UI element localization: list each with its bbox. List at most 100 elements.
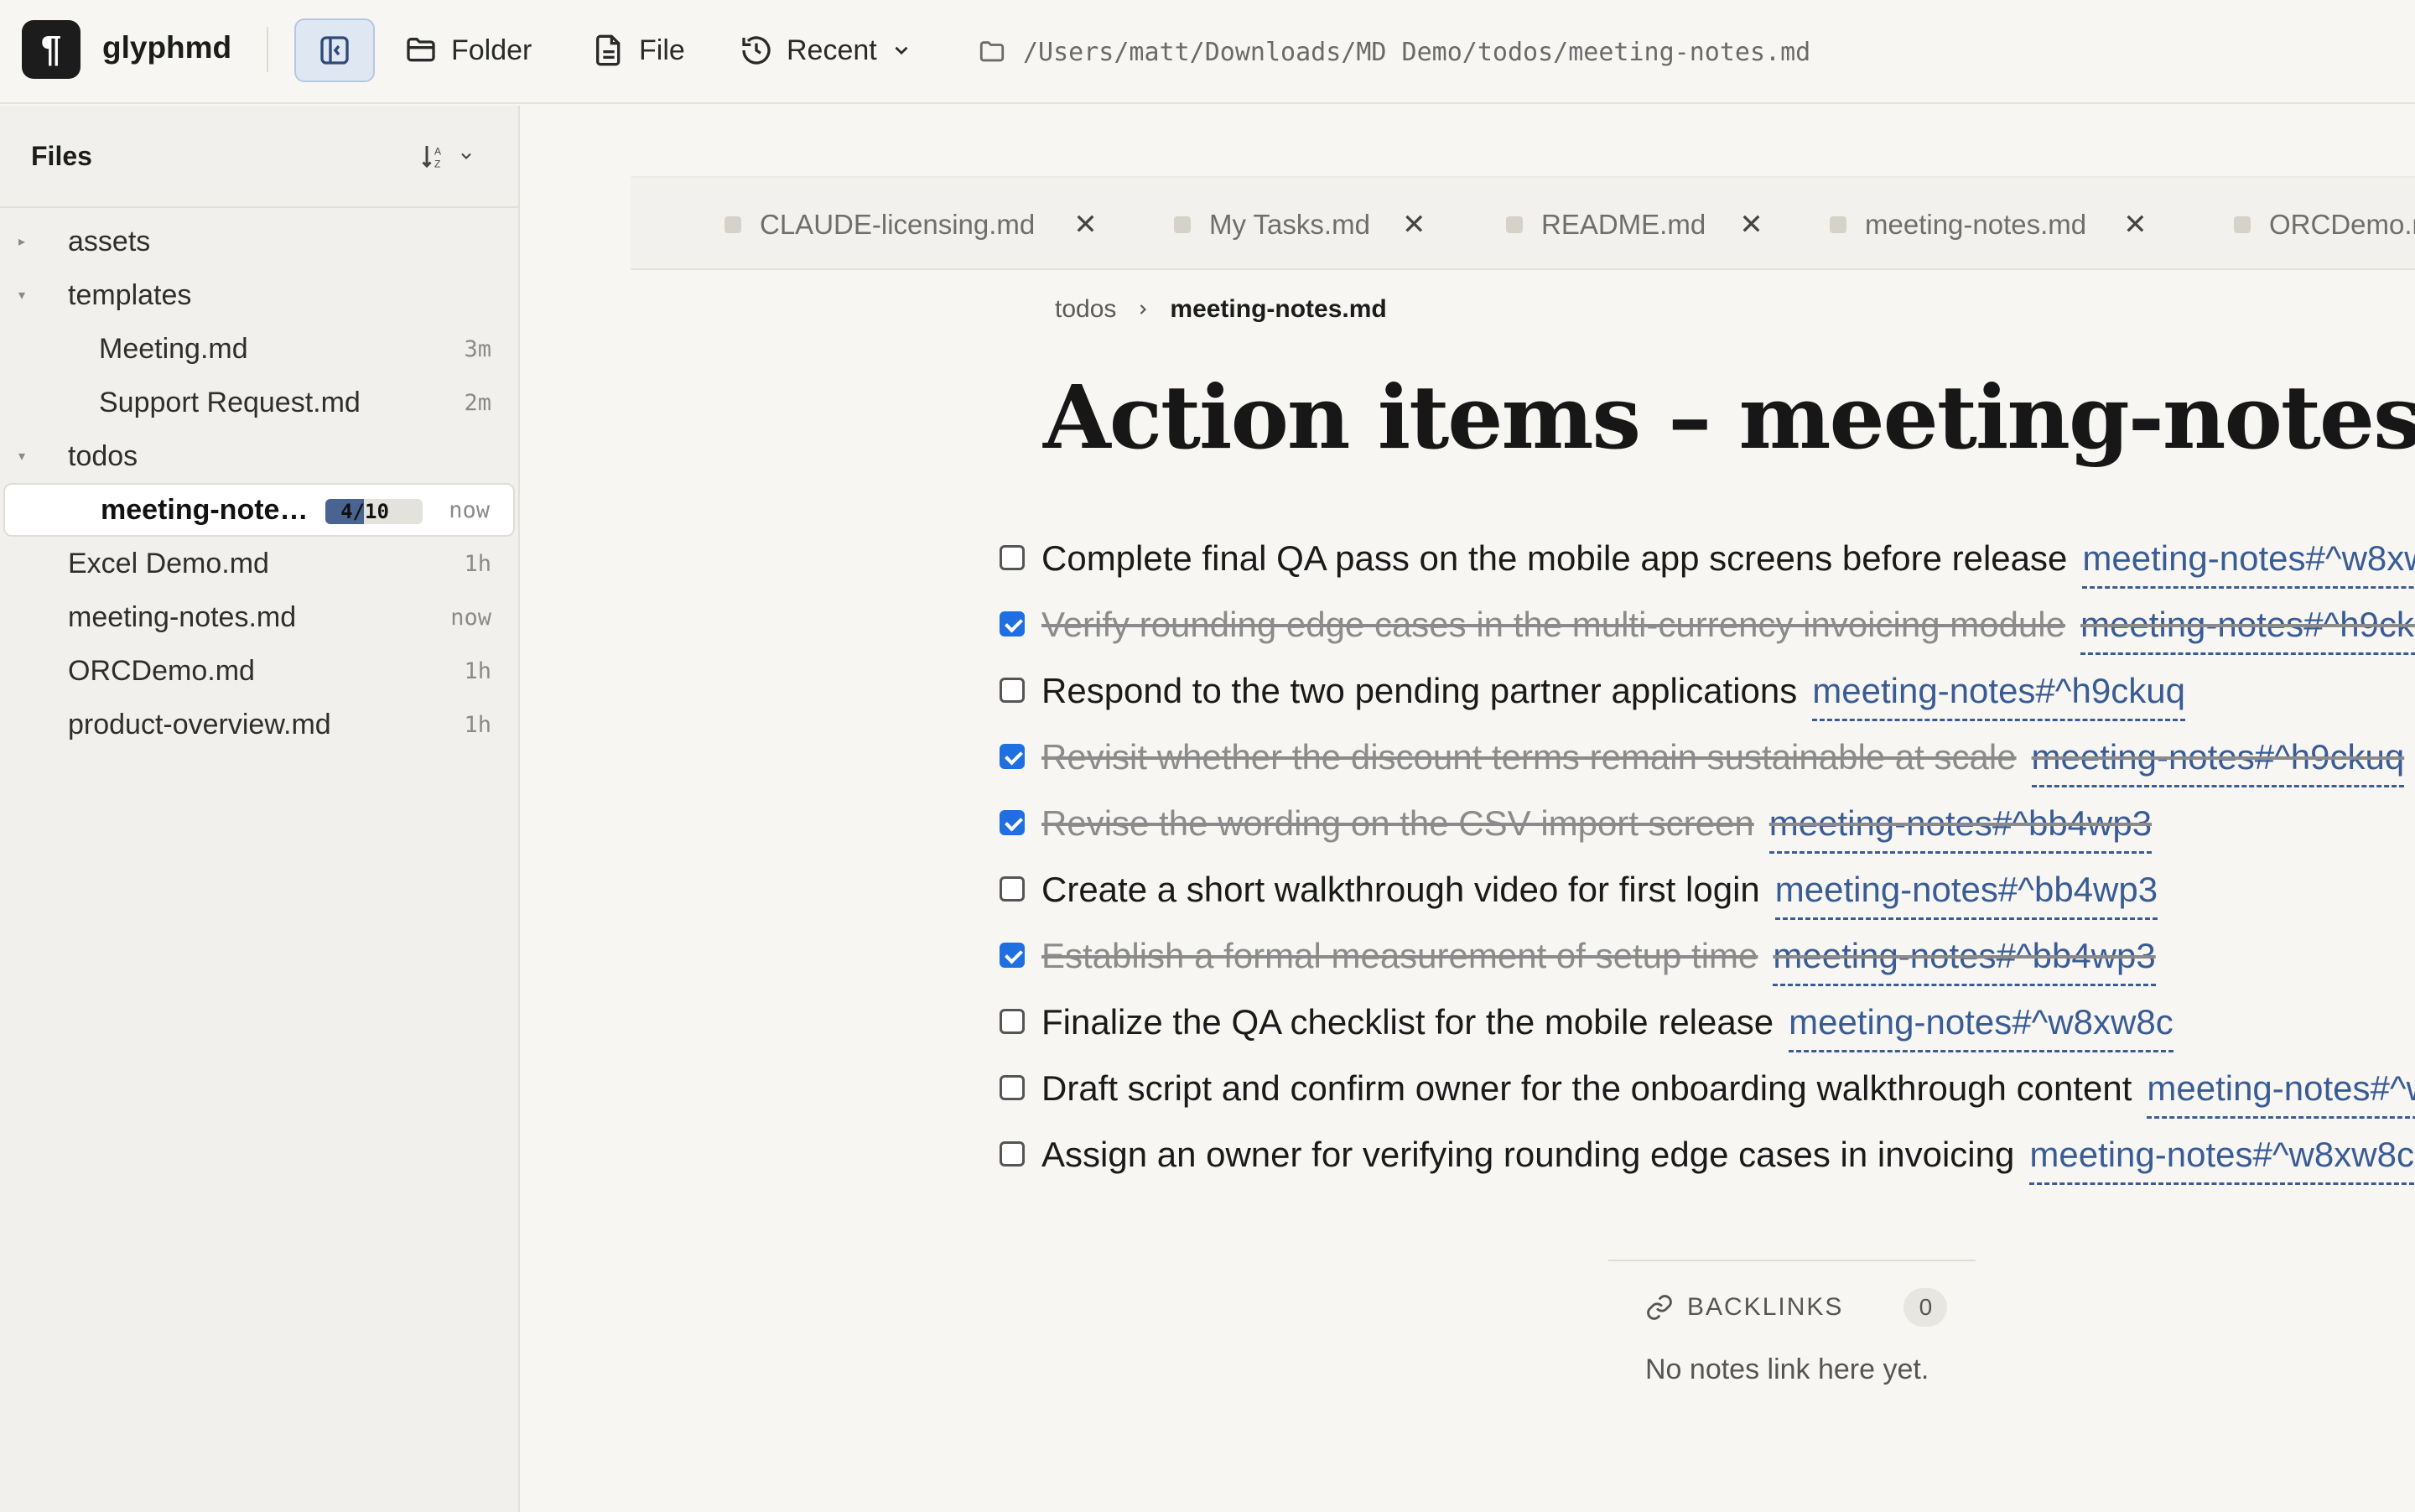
task-block-link[interactable]: meeting-notes#^h9ckuq: [2080, 604, 2415, 655]
file-meeting-notes-active[interactable]: meeting-note… 4/10 now: [3, 483, 515, 537]
task-label: Revise the wording on the CSV import scr…: [1041, 803, 1754, 843]
app-name: glyphmd: [102, 30, 232, 65]
task-progress-badge: 4/10: [325, 499, 423, 524]
task-block-link[interactable]: meeting-notes#^bb4wp3: [1768, 803, 2153, 854]
task-block-link[interactable]: meeting-notes#^w8xw8c: [2082, 538, 2415, 589]
folder-assets[interactable]: ▸ assets: [0, 215, 518, 268]
task-block-link[interactable]: meeting-notes#^w8xw8c: [1789, 1001, 2174, 1052]
recent-dropdown[interactable]: Recent: [740, 29, 912, 72]
task-text: Establish a formal measurement of setup …: [1041, 935, 2156, 986]
task-block-link[interactable]: meeting-notes#^h9ckuq: [2031, 736, 2405, 787]
task-text: Revisit whether the discount terms remai…: [1041, 736, 2405, 787]
task-checkbox[interactable]: [1000, 876, 1025, 901]
history-icon: [742, 36, 771, 65]
file-dot-icon: [2234, 216, 2251, 233]
tab-meeting-notes[interactable]: meeting-notes.md ✕: [1830, 178, 2148, 268]
folder-outline-icon: [979, 41, 1005, 62]
task-item: Revise the wording on the CSV import scr…: [1000, 790, 2415, 856]
file-dot-icon: [1174, 216, 1191, 233]
task-label: Finalize the QA checklist for the mobile…: [1041, 1001, 1774, 1042]
tab-my-tasks[interactable]: My Tasks.md ✕: [1174, 178, 1426, 268]
file-excel-demo[interactable]: Excel Demo.md 1h: [0, 537, 518, 590]
task-label: Verify rounding edge cases in the multi-…: [1041, 604, 2065, 644]
task-text: Verify rounding edge cases in the multi-…: [1041, 604, 2415, 655]
file-orcdemo[interactable]: ORCDemo.md 1h: [0, 644, 518, 698]
file-modified-time: 1h: [464, 657, 491, 684]
sidebar-toggle-icon: [320, 36, 349, 65]
open-file-button[interactable]: File: [592, 29, 685, 72]
tab-readme[interactable]: README.md ✕: [1506, 178, 1763, 268]
task-checkbox[interactable]: [1000, 545, 1025, 570]
task-checkbox[interactable]: [1000, 678, 1025, 703]
close-icon[interactable]: ✕: [1402, 208, 1426, 242]
task-item: Draft script and confirm owner for the o…: [1000, 1055, 2415, 1121]
folder-label: todos: [68, 439, 138, 472]
task-checkbox-checked[interactable]: [1000, 744, 1025, 769]
task-checkbox[interactable]: [1000, 1009, 1025, 1034]
task-label: Create a short walkthrough video for fir…: [1041, 869, 1760, 909]
file-support-request[interactable]: Support Request.md 2m: [0, 376, 518, 429]
file-tree: ▸ assets ▾ templates Meeting.md 3m Suppo…: [0, 208, 518, 751]
task-text: Finalize the QA checklist for the mobile…: [1041, 1001, 2174, 1052]
backlinks-count: 0: [1903, 1288, 1948, 1327]
link-icon: [1647, 1295, 1672, 1320]
task-block-link[interactable]: meeting-notes#^bb4wp3: [1773, 935, 2156, 986]
caret-right-icon: ▸: [18, 235, 26, 249]
breadcrumb-parent[interactable]: todos: [1055, 295, 1116, 324]
sidebar-toggle-button[interactable]: [294, 18, 375, 82]
file-sidebar: Files AZ ▸ assets ▾ templates Meeting.md…: [0, 106, 520, 1512]
task-block-link[interactable]: meeting-notes#^w8xw8c: [2029, 1134, 2414, 1185]
close-icon[interactable]: ✕: [2123, 208, 2148, 242]
sort-icon: AZ: [422, 146, 441, 170]
task-checkbox-checked[interactable]: [1000, 943, 1025, 968]
file-label: Support Request.md: [99, 386, 361, 418]
open-folder-button[interactable]: Folder: [404, 29, 532, 72]
task-checkbox[interactable]: [1000, 1075, 1025, 1100]
folder-todos[interactable]: ▾ todos: [0, 429, 518, 483]
top-toolbar: ¶ glyphmd Folder File Recent /Users/matt…: [0, 0, 2415, 104]
file-label: File: [639, 34, 685, 66]
file-dot-icon: [1506, 216, 1523, 233]
file-modified-time: 1h: [464, 550, 491, 577]
tab-label: My Tasks.md: [1209, 209, 1370, 240]
task-text: Respond to the two pending partner appli…: [1041, 670, 2185, 721]
task-block-link[interactable]: meeting-notes#^h9ckuq: [1812, 670, 2185, 721]
tab-orcdemo[interactable]: ORCDemo.md: [2234, 178, 2415, 268]
task-label: Establish a formal measurement of setup …: [1041, 935, 1758, 975]
close-icon[interactable]: ✕: [1073, 208, 1098, 242]
caret-down-icon: ▾: [18, 288, 26, 303]
tab-label: meeting-notes.md: [1865, 209, 2087, 240]
file-meeting-template[interactable]: Meeting.md 3m: [0, 322, 518, 376]
recent-label: Recent: [787, 34, 877, 66]
file-path: /Users/matt/Downloads/MD Demo/todos/meet…: [978, 32, 1810, 72]
task-checkbox-checked[interactable]: [1000, 611, 1025, 636]
task-text: Revise the wording on the CSV import scr…: [1041, 803, 2153, 854]
task-list: Complete final QA pass on the mobile app…: [1000, 525, 2415, 1187]
close-icon[interactable]: ✕: [1739, 208, 1763, 242]
task-text: Draft script and confirm owner for the o…: [1041, 1068, 2415, 1119]
file-modified-time: now: [450, 604, 491, 631]
task-text: Create a short walkthrough video for fir…: [1041, 869, 2158, 920]
file-label: meeting-notes.md: [68, 600, 297, 633]
tab-label: ORCDemo.md: [2269, 209, 2415, 240]
file-path-text: /Users/matt/Downloads/MD Demo/todos/meet…: [1023, 37, 1811, 67]
backlinks-empty-text: No notes link here yet.: [1645, 1354, 1929, 1385]
task-block-link[interactable]: meeting-notes#^bb4wp3: [1774, 869, 2158, 920]
task-checkbox[interactable]: [1000, 1141, 1025, 1166]
tab-claude-licensing[interactable]: CLAUDE-licensing.md ✕: [724, 178, 1098, 268]
chevron-down-icon: [895, 46, 908, 55]
file-meeting-notes[interactable]: meeting-notes.md now: [0, 590, 518, 644]
file-icon: [596, 34, 621, 66]
folder-templates[interactable]: ▾ templates: [0, 268, 518, 322]
file-product-overview[interactable]: product-overview.md 1h: [0, 698, 518, 751]
task-block-link[interactable]: meeting-notes#^w8xw8c: [2147, 1068, 2415, 1119]
file-label: Excel Demo.md: [68, 547, 269, 579]
backlinks-divider: [1608, 1260, 1976, 1261]
task-checkbox-checked[interactable]: [1000, 810, 1025, 835]
file-modified-time: now: [449, 496, 490, 523]
chevron-right-icon: [1140, 304, 1147, 314]
editor-area: CLAUDE-licensing.md ✕ My Tasks.md ✕ READ…: [522, 106, 2415, 1512]
file-modified-time: 3m: [464, 335, 491, 362]
file-modified-time: 2m: [464, 389, 491, 416]
sort-button[interactable]: AZ: [419, 141, 475, 171]
